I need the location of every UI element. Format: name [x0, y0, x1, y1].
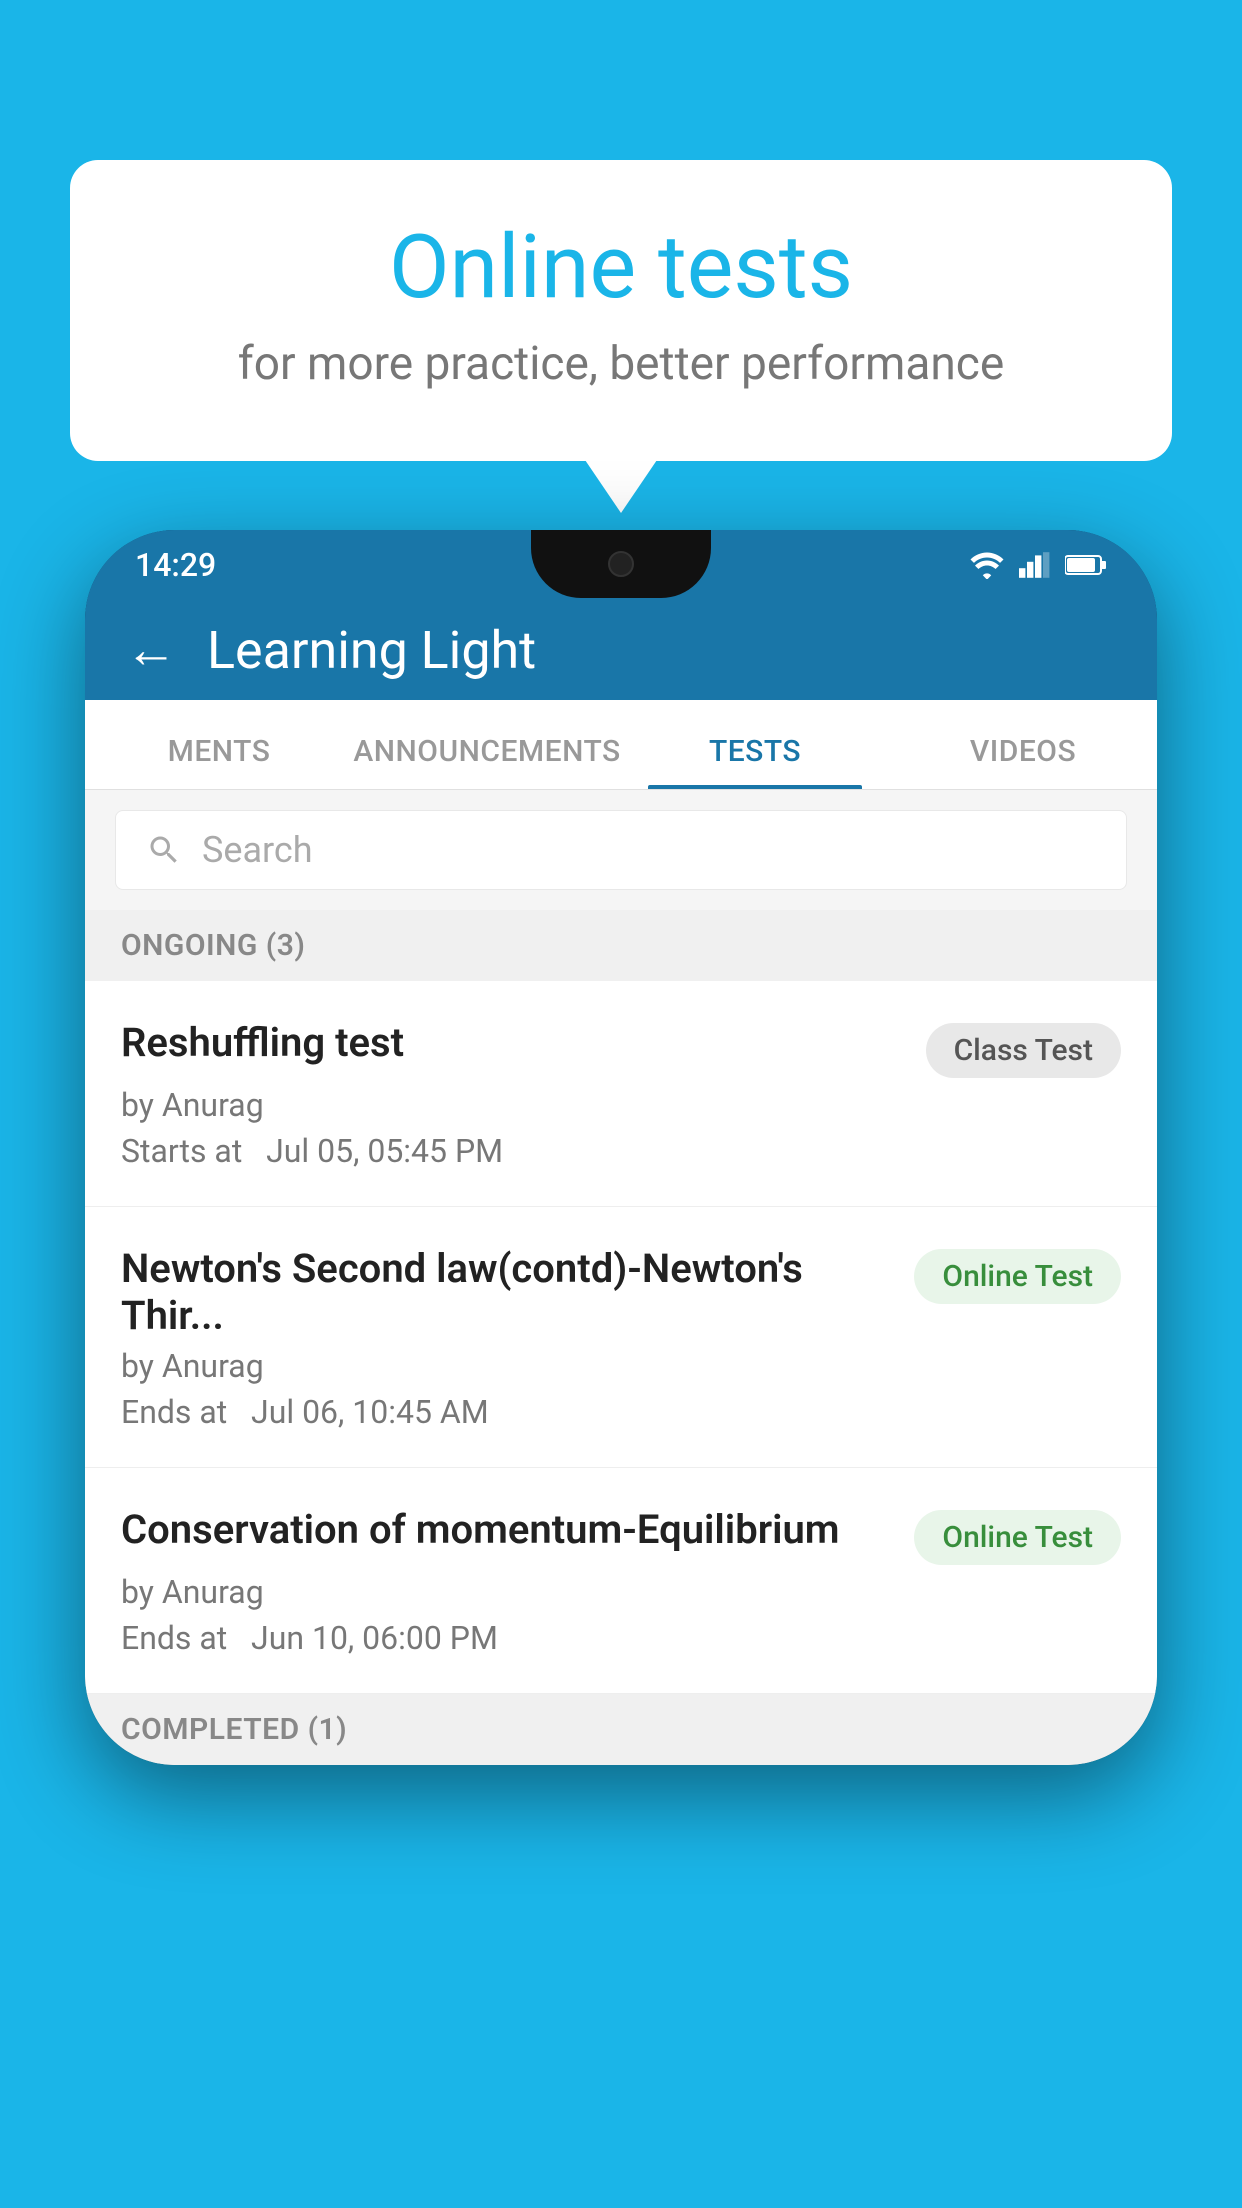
test-badge-2: Online Test: [914, 1249, 1121, 1304]
camera: [608, 551, 634, 577]
test-date-value-1: Jul 05, 05:45 PM: [266, 1132, 503, 1170]
search-icon: [146, 832, 182, 868]
tab-bar: MENTS ANNOUNCEMENTS TESTS VIDEOS: [85, 700, 1157, 790]
wifi-icon: [969, 551, 1005, 579]
tab-tests[interactable]: TESTS: [621, 734, 889, 789]
test-title-2: Newton's Second law(contd)-Newton's Thir…: [121, 1245, 898, 1339]
ongoing-section-header: ONGOING (3): [85, 910, 1157, 981]
tab-videos[interactable]: VIDEOS: [889, 734, 1157, 789]
phone-wrapper: 14:29: [85, 530, 1157, 2208]
test-card-3[interactable]: Conservation of momentum-Equilibrium Onl…: [85, 1468, 1157, 1694]
back-button[interactable]: ←: [125, 624, 177, 676]
phone-content: MENTS ANNOUNCEMENTS TESTS VIDEOS Search …: [85, 700, 1157, 1765]
tab-announcements[interactable]: ANNOUNCEMENTS: [353, 734, 621, 789]
test-date-label-3: Ends at: [121, 1619, 227, 1657]
bubble-title: Online tests: [150, 220, 1092, 317]
status-icons: [969, 551, 1107, 579]
test-date-2: Ends at Jul 06, 10:45 AM: [121, 1393, 1121, 1431]
test-author-2: by Anurag: [121, 1347, 1121, 1385]
test-date-value-3: Jun 10, 06:00 PM: [251, 1619, 498, 1657]
test-date-value-2: Jul 06, 10:45 AM: [251, 1393, 489, 1431]
app-bar-title: Learning Light: [207, 620, 536, 681]
test-card-2[interactable]: Newton's Second law(contd)-Newton's Thir…: [85, 1207, 1157, 1468]
test-title-3: Conservation of momentum-Equilibrium: [121, 1506, 898, 1553]
status-bar: 14:29: [85, 530, 1157, 600]
signal-icon: [1019, 551, 1051, 579]
test-author-3: by Anurag: [121, 1573, 1121, 1611]
search-input-wrapper[interactable]: Search: [115, 810, 1127, 890]
notch: [531, 530, 711, 598]
test-author-1: by Anurag: [121, 1086, 1121, 1124]
test-date-1: Starts at Jul 05, 05:45 PM: [121, 1132, 1121, 1170]
promo-bubble: Online tests for more practice, better p…: [70, 160, 1172, 461]
tab-ments[interactable]: MENTS: [85, 734, 353, 789]
test-date-label-1: Starts at: [121, 1132, 242, 1170]
test-title-1: Reshuffling test: [121, 1019, 910, 1066]
status-time: 14:29: [135, 546, 216, 584]
test-date-3: Ends at Jun 10, 06:00 PM: [121, 1619, 1121, 1657]
app-bar: ← Learning Light: [85, 600, 1157, 700]
completed-section-header: COMPLETED (1): [85, 1694, 1157, 1765]
test-badge-3: Online Test: [914, 1510, 1121, 1565]
search-bar: Search: [85, 790, 1157, 910]
test-date-label-2: Ends at: [121, 1393, 227, 1431]
bubble-subtitle: for more practice, better performance: [150, 337, 1092, 391]
phone-top-bar: 14:29: [85, 530, 1157, 700]
battery-icon: [1065, 552, 1107, 578]
phone-shell: 14:29: [85, 530, 1157, 1765]
test-card-1[interactable]: Reshuffling test Class Test by Anurag St…: [85, 981, 1157, 1207]
search-placeholder: Search: [202, 829, 313, 871]
test-badge-1: Class Test: [926, 1023, 1121, 1078]
